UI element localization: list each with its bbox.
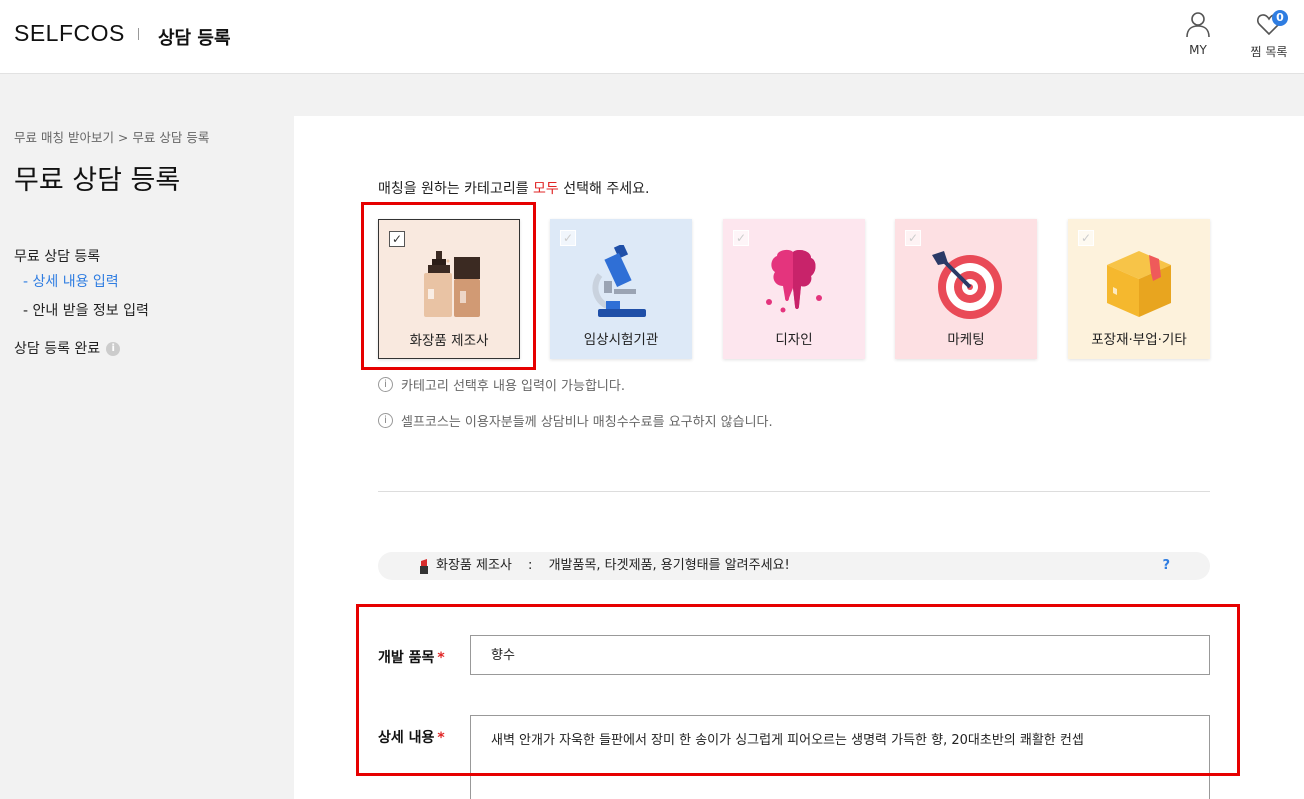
- category-label: 화장품 제조사: [409, 333, 489, 349]
- note-text: 카테고리 선택후 내용 입력이 가능합니다.: [401, 379, 625, 394]
- info-icon: i: [378, 413, 393, 428]
- my-label: MY: [1189, 43, 1207, 57]
- user-icon: [1186, 12, 1210, 38]
- instruction-highlight: 모두: [533, 181, 559, 197]
- category-instruction: 매칭을 원하는 카테고리를 모두 선택해 주세요.: [378, 178, 649, 198]
- required-mark: *: [437, 650, 445, 666]
- side-nav-section[interactable]: 무료 상담 등록: [14, 246, 149, 268]
- hint-colon: :: [528, 558, 533, 573]
- section-divider: [378, 491, 1210, 492]
- wishlist-button[interactable]: 0 찜 목록: [1242, 8, 1296, 66]
- side-nav-complete[interactable]: 상담 등록 완료 i: [14, 338, 149, 360]
- detail-field-label: 상세 내용 *: [378, 727, 445, 747]
- category-card-marketing[interactable]: ✓ 마케팅: [895, 219, 1037, 359]
- top-header: SELFCOS 상담 등록 MY 0 찜 목록: [0, 0, 1304, 74]
- breadcrumb[interactable]: 무료 매칭 받아보기 > 무료 상담 등록: [14, 127, 209, 146]
- category-label: 디자인: [775, 332, 813, 348]
- note-text: 셀프코스는 이용자분들께 상담비나 매칭수수료를 요구하지 않습니다.: [401, 415, 773, 430]
- side-nav-complete-label: 상담 등록 완료: [14, 341, 101, 357]
- microscope-icon: [550, 241, 692, 325]
- instruction-text-2: 선택해 주세요.: [558, 181, 650, 197]
- item-label-text: 개발 품목: [378, 650, 435, 666]
- target-dart-icon: [895, 241, 1037, 325]
- header-title: 상담 등록: [158, 28, 231, 49]
- note-no-fee: i 셀프코스는 이용자분들께 상담비나 매칭수수료를 요구하지 않습니다.: [378, 411, 773, 430]
- category-card-clinical[interactable]: ✓ 임상시험기관: [550, 219, 692, 359]
- paint-splash-icon: [723, 241, 865, 325]
- help-button[interactable]: ?: [1162, 552, 1170, 580]
- selfcos-logo[interactable]: SELFCOS: [14, 20, 125, 47]
- instruction-text-1: 매칭을 원하는 카테고리를: [378, 181, 534, 197]
- info-icon: i: [106, 342, 121, 356]
- wishlist-label: 찜 목록: [1250, 45, 1288, 59]
- required-mark: *: [437, 730, 445, 746]
- header-separator: [138, 28, 139, 40]
- note-category: i 카테고리 선택후 내용 입력이 가능합니다.: [378, 375, 625, 394]
- category-card-cosmetics[interactable]: ✓ 화장품 제조사: [378, 219, 520, 359]
- my-page-button[interactable]: MY: [1171, 8, 1225, 66]
- package-box-icon: [1068, 241, 1210, 325]
- category-card-design[interactable]: ✓ 디자인: [723, 219, 865, 359]
- wishlist-count-badge: 0: [1272, 10, 1288, 26]
- dev-item-input[interactable]: 향수: [470, 635, 1210, 675]
- item-field-label: 개발 품목 *: [378, 647, 445, 667]
- hint-category: 화장품 제조사: [436, 558, 512, 573]
- side-nav: 무료 상담 등록 - 상세 내용 입력 - 안내 받을 정보 입력 상담 등록 …: [14, 246, 149, 360]
- category-label: 마케팅: [947, 332, 985, 348]
- category-label: 포장재·부업·기타: [1091, 332, 1187, 348]
- category-card-packaging[interactable]: ✓ 포장재·부업·기타: [1068, 219, 1210, 359]
- side-nav-contact-input[interactable]: - 안내 받을 정보 입력: [14, 297, 149, 326]
- detail-label-text: 상세 내용: [378, 730, 435, 746]
- detail-textarea[interactable]: 새벽 안개가 자욱한 들판에서 장미 한 송이가 싱그럽게 피어오르는 생명력 …: [470, 715, 1210, 799]
- page-title: 무료 상담 등록: [14, 165, 181, 196]
- hint-bar: 화장품 제조사 : 개발품목, 타겟제품, 용기형태를 알려주세요! ?: [378, 552, 1210, 580]
- hint-text: 개발품목, 타겟제품, 용기형태를 알려주세요!: [548, 558, 790, 573]
- main-panel: 매칭을 원하는 카테고리를 모두 선택해 주세요. ✓ 화장품 제조사 ✓ 임상…: [294, 116, 1304, 799]
- category-label: 임상시험기관: [583, 332, 659, 348]
- lipstick-icon: [420, 559, 428, 574]
- cosmetic-bottles-icon: [379, 242, 519, 326]
- info-icon: i: [378, 377, 393, 392]
- side-nav-detail-input[interactable]: - 상세 내용 입력: [14, 268, 149, 297]
